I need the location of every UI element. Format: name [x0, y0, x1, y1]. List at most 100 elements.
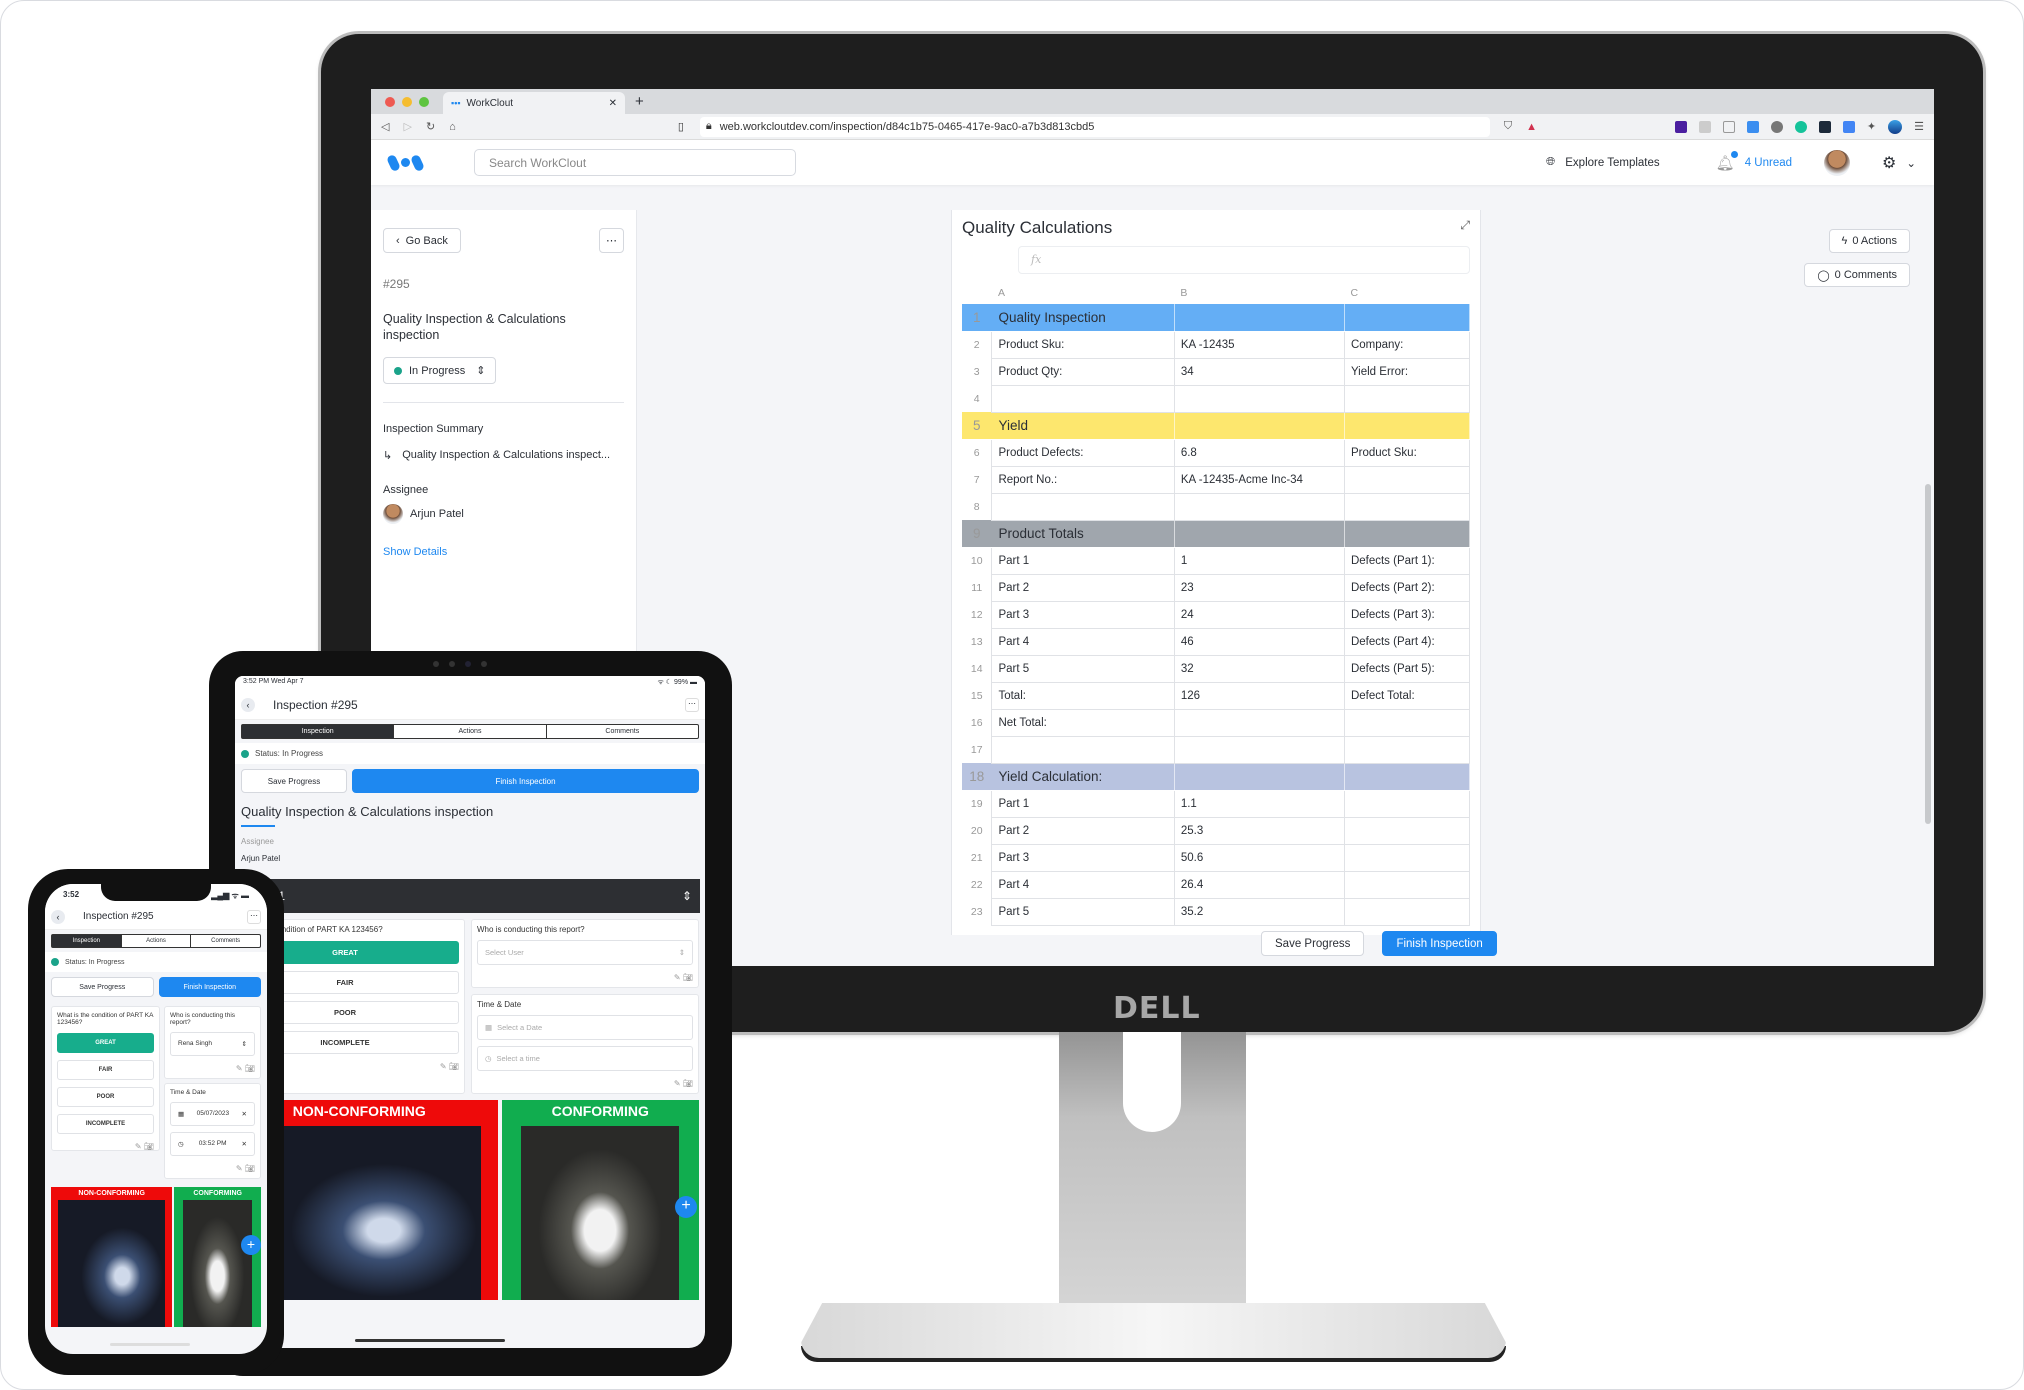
finish-inspection-button[interactable]: Finish Inspection — [352, 769, 699, 793]
row-number[interactable]: 1 — [962, 304, 992, 331]
option-fair[interactable]: FAIR — [57, 1060, 154, 1080]
row-number[interactable]: 21 — [962, 844, 992, 871]
go-back-button[interactable]: ‹ Go Back — [383, 228, 461, 253]
time-input[interactable]: ◷ Select a time — [477, 1046, 693, 1071]
sheet-cell[interactable]: Product Totals — [991, 520, 1175, 547]
tab-comments[interactable]: Comments — [190, 935, 260, 947]
more-options-button[interactable]: ⋯ — [685, 697, 699, 712]
new-tab-icon[interactable]: + — [635, 93, 644, 110]
close-window-button[interactable] — [385, 96, 395, 107]
row-number[interactable]: 5 — [962, 412, 992, 439]
row-number[interactable]: 7 — [962, 466, 992, 493]
sheet-cell[interactable] — [1174, 304, 1345, 331]
option-poor[interactable]: POOR — [57, 1087, 154, 1107]
sheet-cell[interactable]: Total: — [991, 681, 1175, 710]
search-input[interactable]: Search WorkClout — [474, 149, 796, 176]
sheet-cell[interactable]: 35.2 — [1173, 897, 1345, 926]
page-scrollbar[interactable] — [1925, 484, 1931, 824]
reload-icon[interactable]: ↻ — [426, 120, 435, 133]
back-button[interactable]: ‹ — [241, 697, 255, 712]
row-number[interactable]: 15 — [962, 682, 992, 709]
sheet-cell[interactable] — [1343, 384, 1471, 413]
pencil-icon[interactable]: ✎ — [674, 1079, 681, 1088]
sheet-cell[interactable] — [1343, 492, 1471, 521]
select-user-dropdown[interactable]: Select User ⇕ — [477, 940, 693, 965]
sheet-cell[interactable]: 1.1 — [1173, 789, 1345, 818]
sheet-cell[interactable] — [1174, 520, 1345, 547]
sheet-cell[interactable] — [991, 384, 1175, 413]
unread-notifications-link[interactable]: 4 Unread — [1745, 157, 1792, 169]
bell-icon[interactable]: 🔔︎ — [1716, 150, 1738, 172]
sheet-cell[interactable] — [1344, 304, 1471, 331]
sheet-cell[interactable] — [1344, 412, 1471, 439]
actions-button[interactable]: ϟ 0 Actions — [1828, 229, 1910, 253]
sheet-cell[interactable]: Defects (Part 4): — [1343, 627, 1471, 656]
column-header[interactable]: A — [992, 282, 1174, 304]
expand-icon[interactable]: ⤢ — [1460, 218, 1470, 238]
sheet-cell[interactable] — [1174, 412, 1345, 439]
show-details-link[interactable]: Show Details — [383, 546, 624, 558]
camera-icon[interactable]: 📷︎ — [245, 1064, 255, 1073]
sheet-cell[interactable]: Defects (Part 5): — [1343, 654, 1471, 683]
save-progress-button[interactable]: Save Progress — [241, 769, 347, 793]
row-number[interactable]: 23 — [962, 898, 992, 925]
sheet-cell[interactable] — [1343, 816, 1471, 845]
row-number[interactable]: 22 — [962, 871, 992, 898]
sheet-cell[interactable] — [1173, 492, 1345, 521]
sheet-cell[interactable]: Part 2 — [991, 573, 1175, 602]
row-number[interactable]: 16 — [962, 709, 992, 736]
sheet-cell[interactable]: Part 5 — [991, 654, 1175, 683]
sheet-cell[interactable] — [1173, 708, 1345, 737]
tab-inspection[interactable]: Inspection — [52, 935, 121, 947]
sheet-cell[interactable]: 32 — [1173, 654, 1345, 683]
date-input[interactable]: ▦ Select a Date — [477, 1015, 693, 1040]
tab-actions[interactable]: Actions — [120, 935, 191, 947]
row-number[interactable]: 4 — [962, 385, 992, 412]
sheet-cell[interactable] — [1343, 870, 1471, 899]
chevron-down-icon[interactable]: ⌄ — [1906, 156, 1916, 170]
row-number[interactable]: 9 — [962, 520, 992, 547]
forward-icon[interactable]: ▷ — [403, 120, 411, 133]
finish-inspection-button[interactable]: Finish Inspection — [1382, 931, 1497, 956]
brave-rewards-icon[interactable]: ▲ — [1526, 121, 1537, 133]
sheet-cell[interactable]: Product Defects: — [991, 438, 1175, 467]
settings-gear-icon[interactable]: ⚙︎ — [1882, 153, 1896, 173]
sheet-cell[interactable]: 26.4 — [1173, 870, 1345, 899]
sheet-cell[interactable]: 46 — [1173, 627, 1345, 656]
minimize-window-button[interactable] — [402, 96, 412, 107]
row-number[interactable]: 17 — [962, 736, 992, 763]
sheet-cell[interactable]: 6.8 — [1173, 438, 1345, 467]
sheet-cell[interactable] — [1173, 384, 1345, 413]
sheet-cell[interactable] — [991, 492, 1175, 521]
sheet-cell[interactable]: Quality Inspection — [991, 304, 1175, 331]
sheet-cell[interactable] — [1343, 843, 1471, 872]
option-great[interactable]: GREAT — [57, 1033, 154, 1053]
sheet-cell[interactable] — [1343, 465, 1471, 494]
maximize-window-button[interactable] — [419, 96, 429, 107]
sheet-cell[interactable]: Yield Calculation: — [991, 763, 1175, 790]
sheet-cell[interactable]: KA -12435-Acme Inc-34 — [1173, 465, 1345, 494]
sheet-cell[interactable] — [1173, 735, 1345, 764]
workclout-logo[interactable] — [386, 153, 425, 172]
sheet-cell[interactable] — [1343, 735, 1471, 764]
bookmark-icon[interactable]: ▯ — [678, 120, 684, 133]
sheet-cell[interactable]: Yield Error: — [1343, 357, 1471, 386]
more-options-button[interactable]: ⋯ — [599, 228, 624, 253]
row-number[interactable]: 8 — [962, 493, 992, 520]
sheet-cell[interactable]: Product Qty: — [991, 357, 1175, 386]
section-header[interactable]: Section 1⇕ — [235, 879, 700, 913]
translate-icon[interactable] — [1842, 120, 1855, 133]
sheet-cell[interactable]: Part 3 — [991, 600, 1175, 629]
close-tab-icon[interactable]: ✕ — [609, 98, 617, 109]
pencil-icon[interactable]: ✎ — [674, 973, 681, 982]
sheet-cell[interactable]: 34 — [1173, 357, 1345, 386]
sheet-cell[interactable]: Part 1 — [991, 789, 1175, 818]
grammarly-icon[interactable] — [1794, 120, 1807, 133]
finish-inspection-button[interactable]: Finish Inspection — [158, 977, 261, 997]
sheet-cell[interactable]: Yield — [991, 412, 1175, 439]
tab-inspection[interactable]: Inspection — [242, 725, 394, 738]
sheet-cell[interactable]: Part 5 — [991, 897, 1175, 926]
sheet-cell[interactable]: Net Total: — [991, 708, 1175, 737]
summary-item-link[interactable]: ↳ Quality Inspection & Calculations insp… — [383, 449, 624, 462]
comments-button[interactable]: ◯ 0 Comments — [1804, 263, 1910, 287]
